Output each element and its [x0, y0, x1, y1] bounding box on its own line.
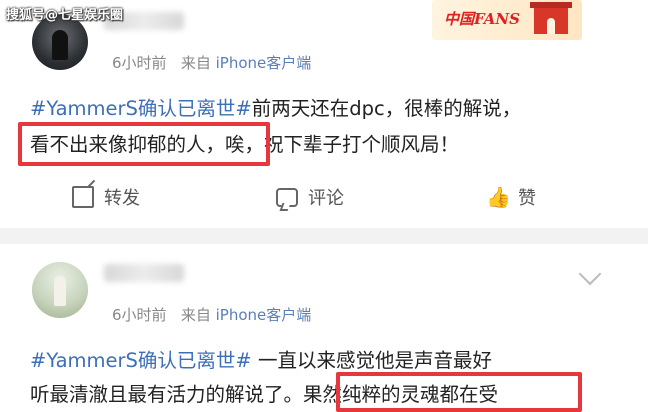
repost-label: 转发	[104, 188, 140, 209]
post-text: 前两天还在dpc，很棒的解说，	[251, 97, 522, 120]
weibo-post: 中国FANS 6小时前 来自 iPhone客户端 #YammerS确认已离世#前…	[0, 0, 648, 228]
watermark: 搜狐号@七星娱乐圈	[6, 8, 124, 23]
username-blurred[interactable]	[104, 264, 184, 282]
post-time: 6小时前	[112, 306, 167, 324]
avatar[interactable]	[32, 262, 88, 318]
post-text-line: #YammerS确认已离世#前两天还在dpc，很棒的解说，	[30, 92, 521, 121]
hashtag-link[interactable]: #YammerS确认已离世#	[30, 349, 252, 372]
fans-badge-text: 中国FANS	[444, 10, 520, 28]
post-time: 6小时前	[112, 54, 167, 72]
post-meta: 6小时前 来自 iPhone客户端	[112, 52, 311, 73]
comment-button[interactable]: 评论	[276, 182, 344, 212]
highlight-box	[336, 372, 582, 412]
post-source-device[interactable]: iPhone客户端	[216, 306, 312, 324]
hashtag-link[interactable]: #YammerS确认已离世#	[30, 97, 252, 120]
chevron-down-icon[interactable]	[578, 262, 602, 286]
like-icon: 👍	[486, 185, 511, 209]
like-button[interactable]: 👍 赞	[486, 182, 536, 212]
comment-icon	[276, 187, 298, 207]
post-actions: 转发 评论 👍 赞	[0, 182, 648, 212]
post-separator	[0, 228, 648, 244]
post-source-prefix: 来自	[180, 306, 216, 324]
like-label: 赞	[518, 188, 536, 209]
repost-icon	[72, 186, 94, 208]
post-text-line: #YammerS确认已离世# 一直以来感觉他是声音最好	[30, 344, 492, 373]
repost-button[interactable]: 转发	[72, 182, 140, 212]
post-text: 一直以来感觉他是声音最好	[251, 349, 492, 372]
highlight-box	[18, 122, 270, 166]
comment-label: 评论	[308, 188, 344, 209]
post-source-device[interactable]: iPhone客户端	[216, 54, 312, 72]
gate-icon	[530, 2, 572, 34]
post-source-prefix: 来自	[180, 54, 216, 72]
fans-badge: 中国FANS	[432, 0, 582, 40]
post-meta: 6小时前 来自 iPhone客户端	[112, 304, 311, 325]
